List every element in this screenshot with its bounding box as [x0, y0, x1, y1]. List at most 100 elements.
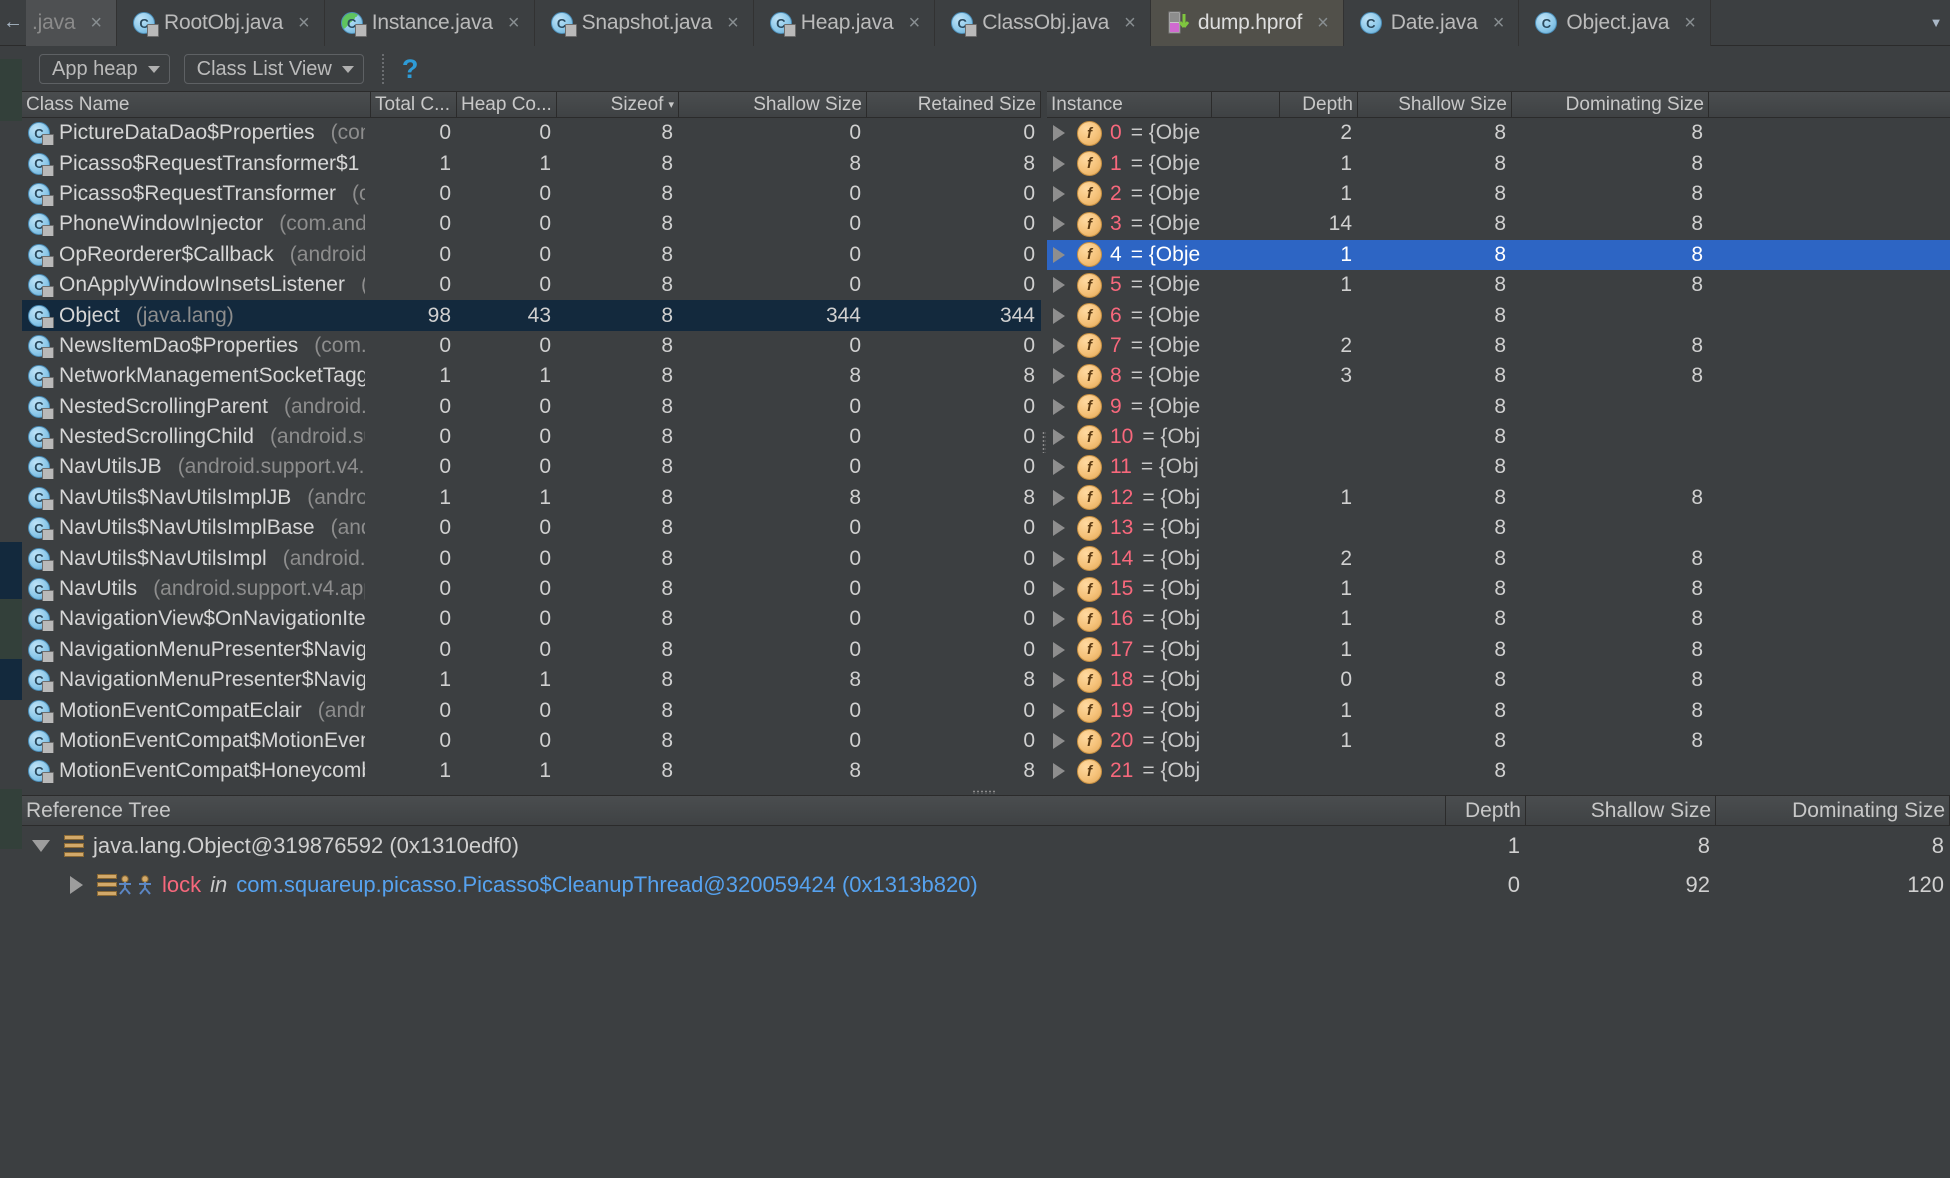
tab-close-icon[interactable]: × [1317, 12, 1329, 35]
tab-close-icon[interactable]: × [1684, 12, 1696, 35]
instance-row[interactable]: f 17 = {Obj 1 8 8 [1047, 635, 1950, 665]
table-row[interactable]: CNavUtils$NavUtilsImplJB (android.s 1 1 8 8 8 [22, 483, 1041, 513]
table-row[interactable]: C NavigationView$OnNavigationItem 0 0 8 0 0 [22, 604, 1041, 634]
instance-row[interactable]: f 0 = {Obje 2 8 8 [1047, 118, 1950, 148]
expand-arrow-icon[interactable] [1053, 216, 1065, 233]
instance-col-header[interactable]: Depth [1280, 92, 1358, 117]
instance-row[interactable]: f 5 = {Obje 1 8 8 [1047, 270, 1950, 300]
expand-arrow-icon[interactable] [1053, 763, 1065, 780]
expand-arrow-icon[interactable] [1053, 185, 1065, 202]
table-row[interactable]: COnApplyWindowInsetsListener (an 0 0 8 0 0 [22, 270, 1041, 300]
expand-arrow-icon[interactable] [1053, 246, 1065, 263]
reference-target-link[interactable]: com.squareup.picasso.Picasso$CleanupThre… [236, 872, 978, 898]
class-table-body[interactable]: CPictureDataDao$Properties(com.l00800CPi… [22, 118, 1041, 787]
expand-arrow-icon[interactable] [1053, 611, 1065, 628]
table-row[interactable]: COpReorderer$Callback (android.s 0 0 8 0 0 [22, 240, 1041, 270]
table-row[interactable]: CNestedScrollingParent (android.su 0 0 8 0 0 [22, 392, 1041, 422]
tab-close-icon[interactable]: × [90, 12, 102, 35]
tab-rootobj-java[interactable]: C RootObj.java × [117, 0, 325, 46]
reference-tree-row[interactable]: java.lang.Object@319876592 (0x1310edf0) 1… [22, 826, 1950, 865]
class-col-header[interactable]: Total C... [371, 92, 457, 117]
table-row[interactable]: CPicasso$RequestTransformer$1(c 1 1 8 8 8 [22, 148, 1041, 178]
class-col-header[interactable]: Sizeof ▾ [557, 92, 679, 117]
expand-arrow-icon[interactable] [1053, 489, 1065, 506]
expand-arrow-icon[interactable] [1053, 429, 1065, 446]
reftree-col-header[interactable]: Shallow Size [1526, 796, 1716, 825]
instance-row[interactable]: f 6 = {Obje 8 [1047, 300, 1950, 330]
table-row[interactable]: C NetworkManagementSocketTagge 1 1 8 8 8 [22, 361, 1041, 391]
table-row[interactable]: CPictureDataDao$Properties (com.l 0 0 8 0 0 [22, 118, 1041, 148]
instance-row[interactable]: f 21 = {Obj 8 [1047, 756, 1950, 786]
tab-object-java[interactable]: C Object.java × [1519, 0, 1711, 46]
reftree-col-header[interactable]: Reference Tree [22, 796, 1446, 825]
expand-arrow-icon[interactable] [1053, 733, 1065, 749]
expand-arrow-icon[interactable] [1053, 459, 1065, 476]
instance-row[interactable]: f 18 = {Obj 0 8 8 [1047, 665, 1950, 695]
instance-col-header[interactable]: Instance [1047, 92, 1212, 117]
collapse-triangle-icon[interactable] [32, 839, 50, 852]
reference-tree-body[interactable]: java.lang.Object@319876592 (0x1310edf0) 1… [22, 826, 1950, 904]
instance-row[interactable]: f 3 = {Obje 14 8 8 [1047, 209, 1950, 239]
table-row[interactable]: C NavUtils (android.support.v4.app) 0 0 8 0 0 [22, 574, 1041, 604]
table-row[interactable]: CNavUtils$NavUtilsImplBase (androi 0 0 8 0 0 [22, 513, 1041, 543]
expand-arrow-icon[interactable] [1053, 337, 1065, 354]
tab-snapshot-java[interactable]: C Snapshot.java × [534, 0, 754, 46]
instance-table-body[interactable]: f 0 = {Obje 2 8 8 f 1 = {Obje 1 8 8 f 2 = {Obje 1 8 8 f 3 = … [1047, 118, 1950, 787]
instance-col-header[interactable] [1212, 92, 1280, 117]
expand-arrow-icon[interactable] [1053, 641, 1065, 658]
instance-row[interactable]: f 11 = {Obj 8 [1047, 452, 1950, 482]
reftree-col-header[interactable]: Depth [1446, 796, 1526, 825]
view-select-dropdown[interactable]: Class List View [183, 54, 364, 84]
tab-date-java[interactable]: C Date.java × [1343, 0, 1520, 46]
instance-row[interactable]: f 10 = {Obj 8 [1047, 422, 1950, 452]
tab-scroll-left-icon[interactable]: ← [0, 0, 26, 45]
instance-row[interactable]: f 16 = {Obj 1 8 8 [1047, 604, 1950, 634]
instance-row[interactable]: f 13 = {Obj 8 [1047, 513, 1950, 543]
instance-row[interactable]: f 1 = {Obje 1 8 8 [1047, 148, 1950, 178]
expand-triangle-icon[interactable] [70, 875, 83, 894]
reference-tree-row[interactable]: lock in com.squareup.picasso.Picasso$Clean… [22, 865, 1950, 904]
tab-instance-java[interactable]: C Instance.java × [324, 0, 535, 46]
expand-arrow-icon[interactable] [1053, 307, 1065, 324]
reftree-col-header[interactable]: Dominating Size [1716, 796, 1950, 825]
tab-overflow-chevron-down-icon[interactable]: ▼ [1922, 0, 1950, 45]
instance-row[interactable]: f 8 = {Obje 3 8 8 [1047, 361, 1950, 391]
expand-arrow-icon[interactable] [1053, 702, 1065, 719]
class-col-header[interactable]: Retained Size [867, 92, 1041, 117]
expand-arrow-icon[interactable] [1053, 125, 1065, 142]
table-row[interactable]: C MotionEventCompat$MotionEventV 0 0 8 0 0 [22, 726, 1041, 756]
expand-arrow-icon[interactable] [1053, 672, 1065, 689]
tab-close-icon[interactable]: × [508, 12, 520, 35]
instance-row[interactable]: f 15 = {Obj 1 8 8 [1047, 574, 1950, 604]
table-row[interactable]: C Object (java.lang) 98 43 8 344 344 [22, 300, 1041, 331]
expand-arrow-icon[interactable] [1053, 550, 1065, 567]
tab-close-icon[interactable]: × [298, 12, 310, 35]
instance-col-header[interactable]: Dominating Size [1512, 92, 1709, 117]
table-row[interactable]: CNavUtilsJB (android.support.v4.ap 0 0 8 0 0 [22, 452, 1041, 482]
expand-arrow-icon[interactable] [1053, 398, 1065, 415]
expand-arrow-icon[interactable] [1053, 368, 1065, 385]
table-row[interactable]: CNestedScrollingChild (android.sup 0 0 8 0 0 [22, 422, 1041, 452]
instance-row[interactable]: f 7 = {Obje 2 8 8 [1047, 331, 1950, 361]
table-row[interactable]: C NavigationMenuPresenter$Navigat 1 1 8 8 8 [22, 665, 1041, 695]
class-col-header[interactable]: Class Name [22, 92, 371, 117]
instance-row[interactable]: f 12 = {Obj 1 8 8 [1047, 483, 1950, 513]
expand-arrow-icon[interactable] [1053, 277, 1065, 294]
table-row[interactable]: CPicasso$RequestTransformer (con 0 0 8 0 0 [22, 179, 1041, 209]
tab-classobj-java[interactable]: C ClassObj.java × [935, 0, 1151, 46]
instance-row[interactable]: f 14 = {Obj 2 8 8 [1047, 543, 1950, 573]
heap-select-dropdown[interactable]: App heap [39, 54, 170, 84]
instance-row[interactable]: f 4 = {Obje 1 8 8 [1047, 239, 1950, 270]
expand-arrow-icon[interactable] [1053, 520, 1065, 537]
instance-row[interactable]: f 20 = {Obj 1 8 8 [1047, 726, 1950, 756]
tab-close-icon[interactable]: × [727, 12, 739, 35]
instance-row[interactable]: f 2 = {Obje 1 8 8 [1047, 179, 1950, 209]
table-row[interactable]: CPhoneWindowInjector (com.androi 0 0 8 0 0 [22, 209, 1041, 239]
table-row[interactable]: C MotionEventCompat$HoneycombM 1 1 8 8 8 [22, 756, 1041, 786]
table-row[interactable]: CMotionEventCompatEclair (android 0 0 8 0 0 [22, 695, 1041, 725]
tab-heap-java[interactable]: C Heap.java × [753, 0, 936, 46]
table-row[interactable]: C NavigationMenuPresenter$Navigat 0 0 8 0 0 [22, 635, 1041, 665]
tab-dump-hprof[interactable]: dump.hprof × [1150, 0, 1344, 46]
tab-close-icon[interactable]: × [1124, 12, 1136, 35]
class-col-header[interactable]: Heap Co... [457, 92, 557, 117]
